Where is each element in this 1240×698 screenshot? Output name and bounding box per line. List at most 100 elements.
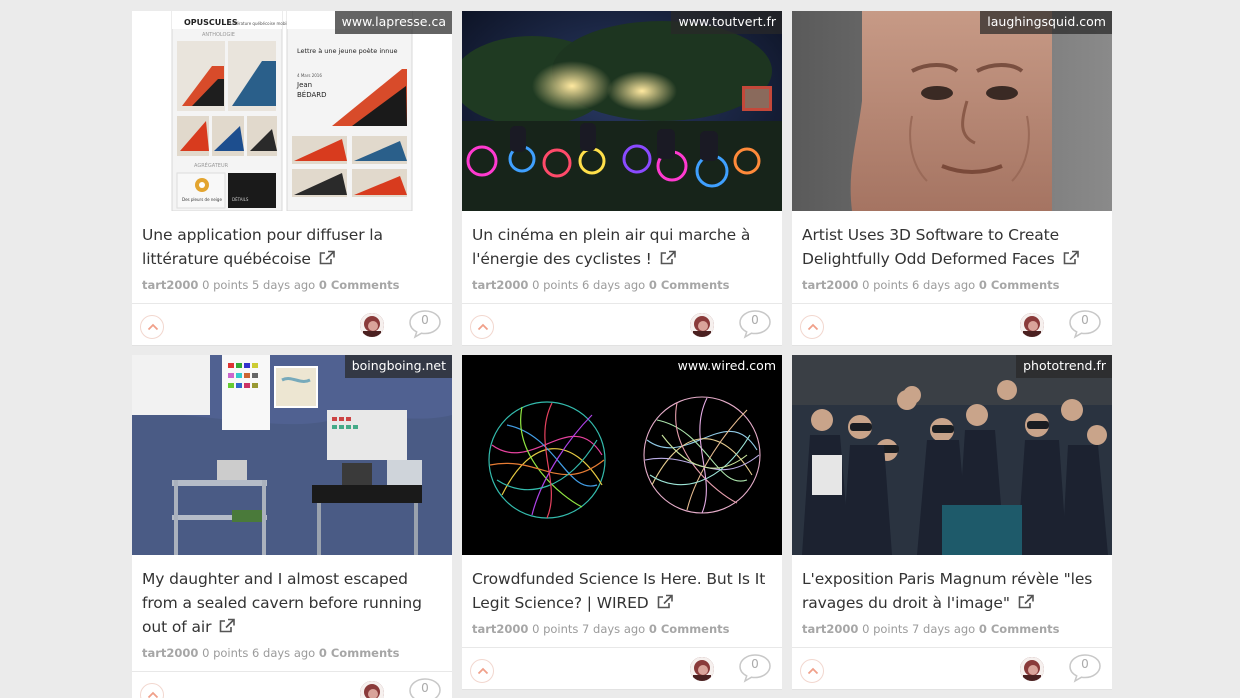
post-thumbnail[interactable]: phototrend.fr xyxy=(792,355,1112,555)
cycling-cinema-photo xyxy=(462,11,782,211)
avatar[interactable] xyxy=(690,313,714,337)
tile-label-a: Des pleurs de neige xyxy=(182,197,222,202)
comments-link[interactable]: 0 Comments xyxy=(319,646,400,660)
external-link-icon[interactable] xyxy=(1062,250,1080,266)
points-text: 0 points xyxy=(532,622,579,636)
post-title-link[interactable]: Crowdfunded Science Is Here. But Is It L… xyxy=(472,567,772,615)
post-thumbnail[interactable]: OPUSCULES Littérature québécoise mobile … xyxy=(132,11,452,211)
points-text: 0 points xyxy=(532,278,579,292)
author-link[interactable]: tart2000 xyxy=(802,622,858,636)
post-title-link[interactable]: L'exposition Paris Magnum révèle "les ra… xyxy=(802,567,1102,615)
post-title-text: L'exposition Paris Magnum révèle "les ra… xyxy=(802,570,1093,612)
post-actions: 0 xyxy=(462,303,782,345)
comment-count: 0 xyxy=(1081,657,1089,671)
upvote-button[interactable] xyxy=(800,315,824,339)
external-link-icon[interactable] xyxy=(318,250,336,266)
upvote-button[interactable] xyxy=(140,315,164,339)
comments-link[interactable]: 0 Comments xyxy=(649,278,730,292)
post-meta: tart2000 0 points 7 days ago 0 Comments xyxy=(802,621,1102,637)
post-thumbnail[interactable]: www.wired.com xyxy=(462,355,782,555)
upvote-button[interactable] xyxy=(470,315,494,339)
author-link[interactable]: tart2000 xyxy=(142,646,198,660)
comment-count-button[interactable]: 0 xyxy=(408,309,442,339)
comment-count-button[interactable]: 0 xyxy=(408,677,442,698)
post-actions: 0 xyxy=(792,647,1112,689)
source-domain-badge: boingboing.net xyxy=(344,355,452,378)
source-domain-badge: www.wired.com xyxy=(670,355,782,378)
chevron-up-icon xyxy=(477,323,489,331)
comments-link[interactable]: 0 Comments xyxy=(979,622,1060,636)
comment-count-button[interactable]: 0 xyxy=(1068,653,1102,683)
post-title-link[interactable]: My daughter and I almost escaped from a … xyxy=(142,567,442,639)
points-text: 0 points xyxy=(862,622,909,636)
age-text: 6 days ago xyxy=(252,646,316,660)
crowd-binoculars-photo xyxy=(792,355,1112,555)
post-meta: tart2000 0 points 6 days ago 0 Comments xyxy=(802,277,1102,293)
comments-link[interactable]: 0 Comments xyxy=(319,278,400,292)
avatar[interactable] xyxy=(1020,313,1044,337)
chevron-up-icon xyxy=(807,667,819,675)
post-card: www.toutvert.fr Un cinéma en plein air q… xyxy=(462,11,782,346)
age-text: 7 days ago xyxy=(582,622,646,636)
post-meta: tart2000 0 points 5 days ago 0 Comments xyxy=(142,277,442,293)
chevron-up-icon xyxy=(147,691,159,698)
post-title-text: Un cinéma en plein air qui marche à l'én… xyxy=(472,226,751,268)
post-card: phototrend.fr L'exposition Paris Magnum … xyxy=(792,355,1112,690)
network-spheres-image xyxy=(462,355,782,555)
comment-count-button[interactable]: 0 xyxy=(1068,309,1102,339)
age-text: 6 days ago xyxy=(582,278,646,292)
post-thumbnail[interactable]: laughingsquid.com xyxy=(792,11,1112,211)
age-text: 5 days ago xyxy=(252,278,316,292)
chevron-up-icon xyxy=(807,323,819,331)
comment-count-button[interactable]: 0 xyxy=(738,309,772,339)
external-link-icon[interactable] xyxy=(218,618,236,634)
section-mid-text: AGRÉGATEUR xyxy=(194,161,229,169)
post-title-link[interactable]: Artist Uses 3D Software to Create Deligh… xyxy=(802,223,1102,271)
app-tagline-text: Littérature québécoise mobile xyxy=(230,21,291,26)
post-actions: 0 xyxy=(132,303,452,345)
item-author-first: Jean xyxy=(296,81,312,89)
post-actions: 0 xyxy=(462,647,782,689)
post-title-link[interactable]: Une application pour diffuser la littéra… xyxy=(142,223,442,271)
cavern-room-photo xyxy=(132,355,452,555)
avatar[interactable] xyxy=(690,657,714,681)
avatar[interactable] xyxy=(360,681,384,698)
upvote-button[interactable] xyxy=(800,659,824,683)
comments-link[interactable]: 0 Comments xyxy=(649,622,730,636)
source-domain-badge: www.toutvert.fr xyxy=(671,11,782,34)
upvote-button[interactable] xyxy=(140,683,164,698)
points-text: 0 points xyxy=(202,646,249,660)
upvote-button[interactable] xyxy=(470,659,494,683)
author-link[interactable]: tart2000 xyxy=(802,278,858,292)
post-meta: tart2000 0 points 6 days ago 0 Comments xyxy=(142,645,442,661)
post-meta: tart2000 0 points 6 days ago 0 Comments xyxy=(472,277,772,293)
tile-label-b: DÉTAILS xyxy=(232,197,249,202)
points-text: 0 points xyxy=(202,278,249,292)
post-title-text: Une application pour diffuser la littéra… xyxy=(142,226,383,268)
author-link[interactable]: tart2000 xyxy=(472,622,528,636)
post-card: boingboing.net My daughter and I almost … xyxy=(132,355,452,698)
post-thumbnail[interactable]: www.toutvert.fr xyxy=(462,11,782,211)
post-thumbnail[interactable]: boingboing.net xyxy=(132,355,452,555)
post-title-text: Artist Uses 3D Software to Create Deligh… xyxy=(802,226,1060,268)
comments-link[interactable]: 0 Comments xyxy=(979,278,1060,292)
item-date-text: 4 Mars 2016 xyxy=(297,73,322,78)
post-title-link[interactable]: Un cinéma en plein air qui marche à l'én… xyxy=(472,223,772,271)
author-link[interactable]: tart2000 xyxy=(472,278,528,292)
points-text: 0 points xyxy=(862,278,909,292)
comment-count: 0 xyxy=(751,657,759,671)
age-text: 6 days ago xyxy=(912,278,976,292)
item-title-text: Lettre à une jeune poète innue xyxy=(297,47,398,55)
external-link-icon[interactable] xyxy=(656,594,674,610)
avatar[interactable] xyxy=(360,313,384,337)
avatar[interactable] xyxy=(1020,657,1044,681)
external-link-icon[interactable] xyxy=(1017,594,1035,610)
post-title-text: Crowdfunded Science Is Here. But Is It L… xyxy=(472,570,766,612)
comment-count: 0 xyxy=(421,313,429,327)
post-actions: 0 xyxy=(792,303,1112,345)
author-link[interactable]: tart2000 xyxy=(142,278,198,292)
chevron-up-icon xyxy=(147,323,159,331)
comment-count-button[interactable]: 0 xyxy=(738,653,772,683)
external-link-icon[interactable] xyxy=(659,250,677,266)
source-domain-badge: laughingsquid.com xyxy=(980,11,1112,34)
